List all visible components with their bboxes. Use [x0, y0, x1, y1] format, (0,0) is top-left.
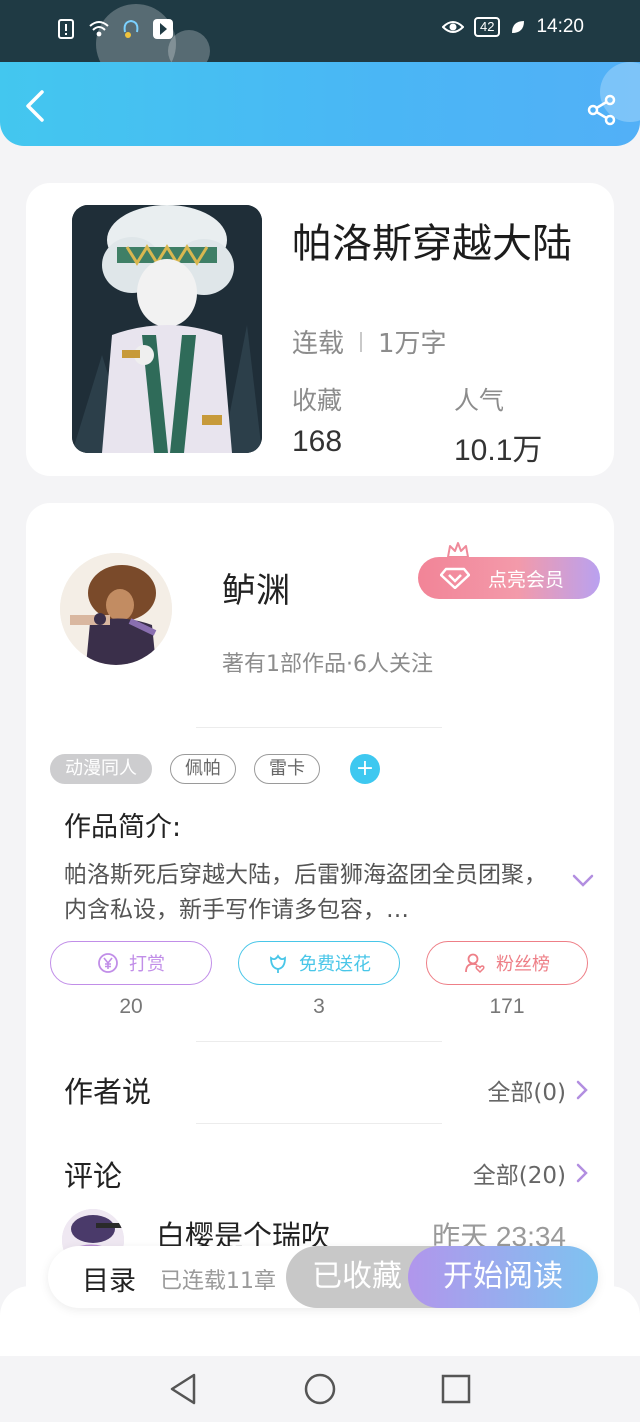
divider: [196, 1041, 442, 1042]
add-tag-button[interactable]: +: [350, 754, 380, 784]
bottom-action-bar: 目录 已连载11章 已收藏 开始阅读: [48, 1246, 598, 1308]
meta-separator: [360, 331, 363, 352]
divider: [196, 1123, 442, 1124]
tag-item[interactable]: 佩帕: [170, 754, 236, 784]
book-title: 帕洛斯穿越大陆: [292, 221, 572, 267]
member-button-label: 点亮会员: [488, 568, 565, 591]
wifi-icon: [89, 21, 109, 37]
chevron-right-icon: [576, 1163, 588, 1183]
book-cover[interactable]: [72, 205, 262, 453]
toc-button[interactable]: 目录: [82, 1259, 136, 1298]
details-card: 鲈渊 点亮会员 著有1部作品·6人关注 动漫同人 佩帕 雷卡 + 作品简介: 帕…: [26, 503, 614, 1343]
avatar-illustration: [60, 553, 172, 665]
tip-button[interactable]: 打赏: [50, 941, 212, 985]
author-name[interactable]: 鲈渊: [222, 563, 290, 612]
comments-title: 评论: [64, 1159, 123, 1193]
comments-link-label: 全部(20): [472, 1163, 566, 1189]
comments-link[interactable]: 全部(20): [473, 1156, 588, 1190]
leaf-icon: [512, 21, 525, 33]
author-says-link-label: 全部(0): [487, 1080, 566, 1106]
alert-icon: [58, 19, 74, 39]
status-bar: 42 14:20: [0, 0, 640, 84]
send-flower-button[interactable]: 免费送花: [238, 941, 400, 985]
tag-item[interactable]: 动漫同人: [50, 754, 152, 784]
headset-icon: [123, 19, 139, 38]
stat-value-popularity: 10.1万: [454, 434, 543, 467]
intro-text[interactable]: 帕洛斯死后穿越大陆，后雷狮海盗团全员团聚，内含私设，新手写作请多包容，…: [64, 858, 554, 928]
book-status: 连载: [292, 329, 345, 359]
send-flower-label: 免费送花: [299, 954, 371, 975]
intro-heading: 作品简介:: [64, 812, 182, 843]
toc-status[interactable]: 已连载11章: [160, 1263, 276, 1295]
book-info-card: 帕洛斯穿越大陆 连载 1万字 收藏 168 人气 10.1万: [26, 183, 614, 476]
fan-icon: [465, 953, 485, 974]
flower-count: 3: [313, 995, 325, 1018]
yuan-icon: [98, 953, 118, 973]
start-reading-button[interactable]: 开始阅读: [408, 1246, 598, 1308]
header: [0, 62, 640, 146]
divider: [196, 727, 442, 728]
member-promo[interactable]: 点亮会员: [418, 541, 602, 599]
author-subtitle: 著有1部作品·6人关注: [222, 652, 433, 677]
nav-recents-button[interactable]: [437, 1370, 475, 1408]
tip-button-label: 打赏: [129, 954, 165, 975]
battery-level: 42: [473, 17, 501, 37]
back-button[interactable]: [20, 88, 52, 124]
tag-list: 动漫同人 佩帕 雷卡 +: [50, 754, 380, 784]
chevron-down-icon[interactable]: [572, 873, 594, 889]
stat-label-popularity: 人气: [454, 386, 505, 415]
fan-ranking-label: 粉丝榜: [496, 954, 550, 975]
author-says-link[interactable]: 全部(0): [487, 1073, 588, 1107]
author-says-title: 作者说: [64, 1075, 152, 1109]
nav-back-button[interactable]: [164, 1370, 202, 1408]
action-buttons: 打赏 免费送花 粉丝榜: [50, 941, 590, 987]
author-avatar[interactable]: [60, 553, 172, 665]
tip-count: 20: [119, 995, 143, 1018]
book-meta: 连载 1万字: [292, 323, 447, 360]
fan-count: 171: [489, 995, 525, 1018]
cover-illustration: [72, 205, 262, 453]
member-button[interactable]: 点亮会员: [418, 557, 600, 599]
clock: 14:20: [536, 16, 584, 37]
fan-ranking-button[interactable]: 粉丝榜: [426, 941, 588, 985]
system-nav-bar: [0, 1356, 640, 1422]
nav-home-button[interactable]: [301, 1370, 339, 1408]
diamond-icon: [440, 567, 470, 589]
stat-label-favorites: 收藏: [292, 386, 343, 415]
book-word-count: 1万字: [378, 329, 447, 359]
chevron-right-icon: [576, 1080, 588, 1100]
eye-icon: [441, 21, 464, 33]
stat-value-favorites: 168: [292, 425, 343, 458]
app-icon: [153, 19, 173, 39]
share-button[interactable]: [586, 94, 618, 126]
flower-icon: [270, 954, 286, 973]
tag-item[interactable]: 雷卡: [254, 754, 320, 784]
